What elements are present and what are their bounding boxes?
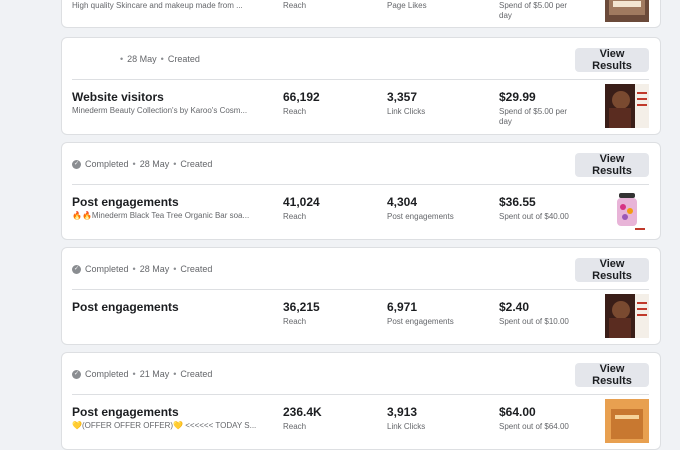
separator-dot: • [132,369,136,379]
reach-value: 236.4K [283,405,322,419]
spend-metric: $36.55 Spent out of $40.00 [499,195,581,222]
campaign-status-row: ✓ Completed • 28 May • Created [72,264,212,274]
separator-dot: • [120,54,124,64]
result-value: 3,913 [387,405,418,419]
ad-thumbnail[interactable] [605,0,649,22]
result-value: 6,971 [387,300,418,314]
reach-metric: 66,192 Reach [283,90,365,117]
campaign-status-row: ✓ Completed • 28 May • Created [72,159,212,169]
divider [72,79,649,80]
campaign-subtitle: 🔥🔥Minederm Black Tea Tree Organic Bar so… [72,211,250,220]
separator-dot: • [132,264,136,274]
separator-dot: • [173,264,177,274]
created-label: Created [180,159,213,169]
campaign-objective[interactable]: Post engagements [72,300,179,314]
campaign-date: 28 May [139,159,170,169]
created-label: Created [167,54,200,64]
spend-label: Spend of $5.00 per day [499,107,568,126]
reach-value: 66,192 [283,90,320,104]
spend-metric: $29.99 Spend of $5.00 per day [499,90,581,127]
result-metric: 3,357 Link Clicks [387,90,469,117]
card-header: ✓ Completed • 28 May • Created View Resu… [62,143,660,184]
reach-value: 36,215 [283,300,320,314]
campaign-card: ✓ Completed • 28 May • Created View Resu… [61,142,661,240]
divider [72,289,649,290]
spend-metric: $2.40 Spent out of $10.00 [499,300,581,327]
campaign-card: ✓ Completed • 28 May • Created View Resu… [61,247,661,345]
campaign-subtitle: Minederm Beauty Collection's by Karoo's … [72,106,248,115]
campaign-date: 28 May [127,54,157,64]
card-header: ✓ Completed • 21 May • Created View Resu… [62,353,660,394]
campaign-objective[interactable]: Website visitors [72,90,164,104]
ad-thumbnail[interactable] [605,399,649,443]
reach-metric: 236.4K Reach [283,405,365,432]
campaign-date: 21 May [139,369,170,379]
view-results-button[interactable]: View Results [575,363,649,387]
campaign-status-row: ✓ Completed • 21 May • Created [72,369,212,379]
spend-metric: $64.00 Spent out of $64.00 [499,405,581,432]
spend-label: Spend of $5.00 per day [499,1,568,20]
reach-value: 41,024 [283,195,320,209]
divider [72,394,649,395]
view-results-button[interactable]: View Results [575,258,649,282]
spend-label: Spent out of $10.00 [499,317,569,326]
campaign-card: ✓ Completed • 21 May • Created View Resu… [61,352,661,450]
campaign-subtitle: High quality Skincare and makeup made fr… [72,1,243,10]
ad-thumbnail[interactable] [605,294,649,338]
status-label: Completed [85,369,129,379]
spend-label: Spent out of $64.00 [499,422,569,431]
result-metric: 6,971 Post engagements [387,300,469,327]
divider [72,184,649,185]
created-label: Created [180,369,213,379]
created-label: Created [180,264,213,274]
separator-dot: • [173,369,177,379]
campaign-card: • 28 May • Created View Results Website … [61,37,661,135]
result-value: 3,357 [387,90,418,104]
card-header: • 28 May • Created View Results [62,38,660,79]
ad-thumbnail[interactable] [605,84,649,128]
result-label: Post engagements [387,317,454,326]
campaign-objective[interactable]: Post engagements [72,195,179,209]
status-label: Completed [85,264,129,274]
card-header: ✓ Completed • 28 May • Created View Resu… [62,248,660,289]
check-icon: ✓ [72,369,81,379]
spend-value: $64.00 [499,405,536,419]
result-label: Link Clicks [387,422,426,431]
reach-label: Reach [283,107,307,116]
ad-thumbnail[interactable] [605,189,649,233]
check-icon: ✓ [72,264,81,274]
separator-dot: • [132,159,136,169]
result-metric: 3,913 Link Clicks [387,405,469,432]
check-icon: ✓ [72,159,81,169]
reach-label: Reach [283,212,307,221]
campaign-card-top: High quality Skincare and makeup made fr… [61,0,661,28]
view-results-button[interactable]: View Results [575,153,649,177]
status-label: Completed [85,159,129,169]
reach-metric: 41,024 Reach [283,195,365,222]
result-value: 4,304 [387,195,418,209]
reach-label: Reach [283,1,307,10]
spend-value: $36.55 [499,195,536,209]
campaign-subtitle: 💛(OFFER OFFER OFFER)💛 <<<<<< TODAY S... [72,421,257,430]
reach-metric: 36,215 Reach [283,300,365,327]
campaign-date: 28 May [139,264,170,274]
reach-label: Reach [283,317,307,326]
reach-label: Reach [283,422,307,431]
page-likes-label: Page Likes [387,1,427,10]
campaign-status-row: • 28 May • Created [120,54,200,64]
separator-dot: • [173,159,177,169]
spend-value: $29.99 [499,90,536,104]
separator-dot: • [160,54,164,64]
result-metric: 4,304 Post engagements [387,195,469,222]
view-results-button[interactable]: View Results [575,48,649,72]
spend-label: Spent out of $40.00 [499,212,569,221]
result-label: Link Clicks [387,107,426,116]
result-label: Post engagements [387,212,454,221]
spend-value: $2.40 [499,300,530,314]
campaign-objective[interactable]: Post engagements [72,405,179,419]
